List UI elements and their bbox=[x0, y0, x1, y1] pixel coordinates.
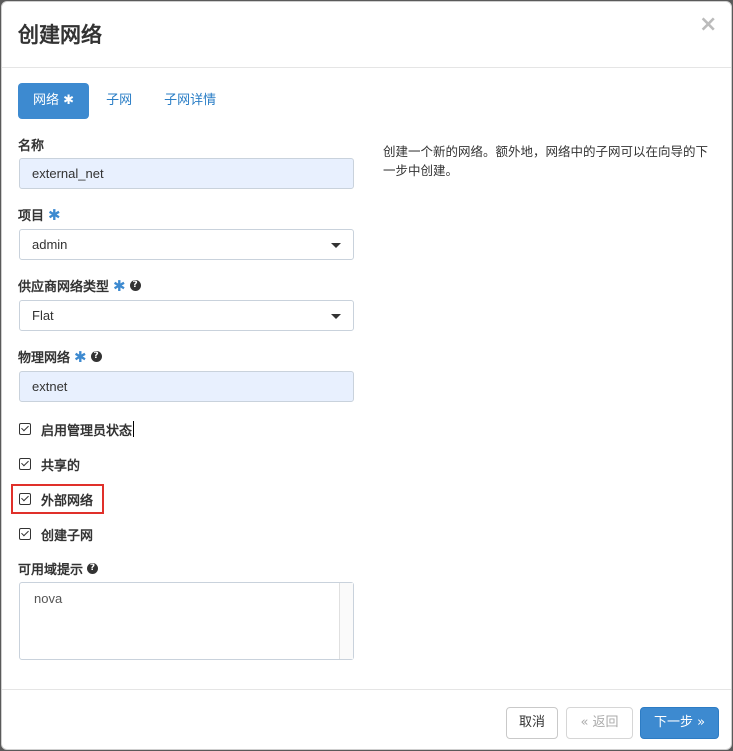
shared-checkbox[interactable] bbox=[19, 458, 31, 470]
shared-label: 共享的 bbox=[41, 458, 81, 474]
project-select[interactable]: admin bbox=[19, 229, 354, 260]
create-subnet-checkbox[interactable] bbox=[19, 528, 31, 540]
caret-down-icon bbox=[331, 243, 341, 248]
wizard-tabs: 网络 ✱ 子网 子网详情 bbox=[18, 83, 233, 119]
project-select-value: admin bbox=[32, 237, 68, 252]
scrollbar[interactable] bbox=[339, 583, 353, 659]
external-network-checkbox-row[interactable]: 外部网络 bbox=[19, 489, 93, 509]
create-subnet-label: 创建子网 bbox=[41, 528, 94, 544]
close-icon[interactable]: × bbox=[699, 14, 717, 36]
name-label: 名称 bbox=[18, 135, 44, 154]
required-icon: ✱ bbox=[74, 347, 87, 366]
name-input[interactable]: external_net bbox=[19, 158, 354, 189]
external-network-checkbox[interactable] bbox=[19, 493, 31, 505]
availability-zone-hints-label: 可用域提示 ? bbox=[18, 559, 99, 578]
tab-network-label: 网络 bbox=[33, 93, 60, 108]
text-cursor bbox=[133, 421, 135, 437]
tab-subnet[interactable]: 子网 bbox=[91, 83, 147, 119]
cancel-button[interactable]: 取消 bbox=[506, 707, 558, 739]
provider-network-type-select[interactable]: Flat bbox=[19, 300, 354, 331]
physical-network-label-text: 物理网络 bbox=[18, 351, 71, 366]
provider-network-type-value: Flat bbox=[32, 308, 54, 323]
help-icon[interactable]: ? bbox=[87, 563, 99, 574]
tab-subnet-details[interactable]: 子网详情 bbox=[149, 83, 231, 119]
modal-header: 创建网络 × bbox=[2, 2, 731, 68]
next-button[interactable]: 下一步 » bbox=[640, 707, 719, 739]
external-network-label: 外部网络 bbox=[41, 493, 94, 509]
help-icon[interactable]: ? bbox=[129, 280, 141, 291]
required-icon: ✱ bbox=[63, 93, 75, 108]
help-description: 创建一个新的网络。额外地，网络中的子网可以在向导的下一步中创建。 bbox=[383, 144, 709, 178]
physical-network-label: 物理网络 ✱ ? bbox=[18, 347, 102, 366]
provider-network-type-label: 供应商网络类型 ✱ ? bbox=[18, 276, 141, 295]
modal-footer: 取消 « 返回 下一步 » bbox=[2, 689, 731, 751]
create-subnet-checkbox-row[interactable]: 创建子网 bbox=[19, 524, 93, 544]
back-button[interactable]: « 返回 bbox=[566, 707, 633, 739]
admin-state-checkbox-row[interactable]: 启用管理员状态 bbox=[19, 419, 135, 439]
project-label: 项目 ✱ bbox=[18, 205, 61, 225]
physical-network-input[interactable]: extnet bbox=[19, 371, 354, 402]
required-icon: ✱ bbox=[113, 276, 126, 295]
caret-down-icon bbox=[331, 314, 341, 319]
modal-title: 创建网络 bbox=[18, 23, 102, 47]
admin-state-label: 启用管理员状态 bbox=[41, 423, 133, 439]
availability-zone-hints-label-text: 可用域提示 bbox=[18, 563, 84, 578]
shared-checkbox-row[interactable]: 共享的 bbox=[19, 454, 80, 474]
tab-network[interactable]: 网络 ✱ bbox=[18, 83, 90, 119]
list-item[interactable]: nova bbox=[34, 591, 353, 606]
provider-network-type-label-text: 供应商网络类型 bbox=[18, 280, 110, 295]
admin-state-checkbox[interactable] bbox=[19, 423, 31, 435]
availability-zone-hints-list[interactable]: nova bbox=[19, 582, 354, 660]
required-icon: ✱ bbox=[48, 205, 61, 224]
name-label-text: 名称 bbox=[18, 139, 45, 154]
create-network-modal: 创建网络 × 网络 ✱ 子网 子网详情 名称 external_net 项目 ✱… bbox=[1, 1, 732, 750]
help-icon[interactable]: ? bbox=[90, 351, 102, 362]
project-label-text: 项目 bbox=[18, 209, 45, 224]
